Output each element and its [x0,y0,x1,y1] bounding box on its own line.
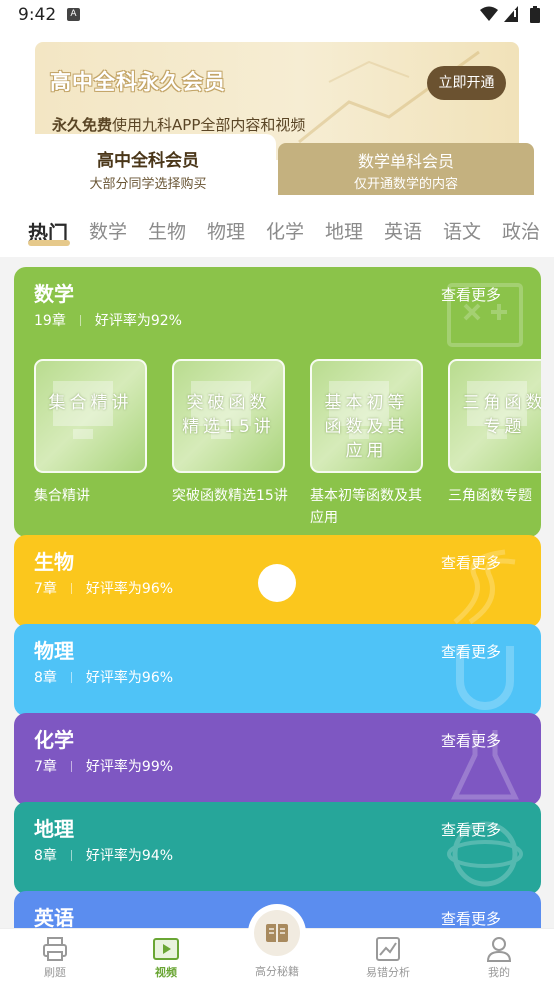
course-thumbnail: 集合精讲 [34,359,147,473]
view-more-link[interactable]: 查看更多 [441,730,501,751]
chapter-count: 19章 [34,313,66,329]
tab-biology[interactable]: 生物 [148,217,186,244]
subject-card-physics[interactable]: 物理 8章 好评率为96% 查看更多 [14,624,541,716]
video-icon [153,938,179,960]
nav-item-secrets-button[interactable] [254,910,300,956]
course-label: 三角函数专题 [448,488,532,504]
banner-subtitle: 永久免费使用九科APP全部内容和视频 [52,114,305,135]
course-label: 集合精讲 [34,488,90,504]
card-title: 地理 [34,817,74,841]
chapter-count: 7章 [34,759,57,775]
rating-text: 好评率为96% [85,670,174,686]
card-meta: 8章 好评率为96% [34,667,173,687]
rating-text: 好评率为99% [85,759,174,775]
course-item[interactable]: 三角函数专题 三角函数专题 [448,359,541,507]
tab-geography[interactable]: 地理 [325,217,363,244]
course-thumb-text: 集合精讲 [48,393,133,413]
card-title: 数学 [34,282,74,306]
nav-item-profile[interactable]: 我的 [444,929,554,984]
floating-touch-indicator [258,564,296,602]
course-item[interactable]: 集合精讲 集合精讲 [34,359,148,507]
rating-text: 好评率为94% [85,848,174,864]
status-time: 9:42 [18,5,57,25]
meta-divider [70,850,72,861]
meta-divider [70,761,72,772]
banner-subtitle-bold: 永久免费 [52,116,113,134]
tab-desc: 仅开通数学的内容 [353,177,458,192]
chapter-count: 8章 [34,670,57,686]
active-tab-underline [28,240,70,246]
membership-header: 高中全科永久会员 永久免费使用九科APP全部内容和视频 立即开通 高中全科会员 … [0,30,554,195]
view-more-link[interactable]: 查看更多 [441,908,501,929]
tab-chinese[interactable]: 语文 [443,217,481,244]
subject-card-chemistry[interactable]: 化学 7章 好评率为99% 查看更多 [14,713,541,805]
course-label: 突破函数精选15讲 [172,488,288,504]
nav-item-practice[interactable]: 刷题 [0,929,110,984]
battery-icon [530,6,540,23]
view-more-link[interactable]: 查看更多 [441,284,501,305]
card-title: 英语 [34,906,74,930]
nav-label: 我的 [488,966,510,979]
course-label: 基本初等函数及其应用 [310,488,422,526]
tab-english[interactable]: 英语 [384,217,422,244]
course-thumb-text: 基本初等函数及其应用 [324,393,409,461]
course-thumb-text: 三角函数专题 [462,393,542,437]
meta-divider [70,672,72,683]
course-thumbnail: 三角函数专题 [448,359,541,473]
banner-title: 高中全科永久会员 [50,70,226,94]
signal-icon [504,6,518,22]
status-bar: 9:42 A [0,0,554,30]
subject-tabs: 热门 数学 生物 物理 化学 地理 英语 语文 政治 [0,195,554,257]
rating-text: 好评率为92% [94,313,182,329]
card-meta: 7章 好评率为96% [34,578,173,598]
card-meta: 7章 好评率为99% [34,756,173,776]
rating-text: 好评率为96% [85,581,174,597]
nav-item-mistake-analysis[interactable]: 易错分析 [333,929,443,984]
view-more-link[interactable]: 查看更多 [441,641,501,662]
card-title: 物理 [34,639,74,663]
card-meta: 8章 好评率为94% [34,845,173,865]
chart-icon [376,937,400,961]
chapter-count: 8章 [34,848,57,864]
course-thumbnail: 基本初等函数及其应用 [310,359,423,473]
subject-card-geography[interactable]: 地理 8章 好评率为94% 查看更多 [14,802,541,894]
subject-card-math[interactable]: 数学 19章 好评率为92% 查看更多 集合精讲 集合精讲 突破函数精选15讲 突… [14,267,541,537]
tab-title: 高中全科会员 [97,151,199,171]
card-meta: 19章 好评率为92% [34,310,182,330]
nav-label: 高分秘籍 [255,965,299,978]
meta-divider [70,583,72,594]
nav-label: 视频 [155,966,177,979]
tab-politics[interactable]: 政治 [502,217,540,244]
open-membership-button[interactable]: 立即开通 [427,66,506,100]
tab-all-subjects-membership[interactable]: 高中全科会员 大部分同学选择购买 [20,134,276,195]
course-thumb-text: 突破函数精选15讲 [182,393,275,437]
tab-chemistry[interactable]: 化学 [266,217,304,244]
chapter-count: 7章 [34,581,57,597]
notification-icon: A [67,8,80,21]
course-thumbnail: 突破函数精选15讲 [172,359,285,473]
nav-label: 易错分析 [366,966,410,979]
tab-title: 数学单科会员 [357,152,454,171]
tab-physics[interactable]: 物理 [207,217,245,244]
course-item[interactable]: 基本初等函数及其应用 基本初等函数及其应用 [310,359,424,529]
meta-divider [79,315,81,326]
nav-label: 刷题 [44,966,66,979]
view-more-link[interactable]: 查看更多 [441,819,501,840]
tab-math-membership[interactable]: 数学单科会员 仅开通数学的内容 [278,143,534,195]
card-title: 生物 [34,550,74,574]
view-more-link[interactable]: 查看更多 [441,552,501,573]
banner-subtitle-rest: 使用九科APP全部内容和视频 [112,116,306,134]
card-title: 化学 [34,728,74,752]
tab-math[interactable]: 数学 [89,217,127,244]
book-icon [266,924,288,942]
printer-icon [43,937,67,961]
wifi-icon [480,6,498,21]
tab-desc: 大部分同学选择购买 [89,177,207,192]
user-icon [486,937,512,962]
nav-item-video[interactable]: 视频 [111,929,221,984]
course-item[interactable]: 突破函数精选15讲 突破函数精选15讲 [172,359,288,507]
